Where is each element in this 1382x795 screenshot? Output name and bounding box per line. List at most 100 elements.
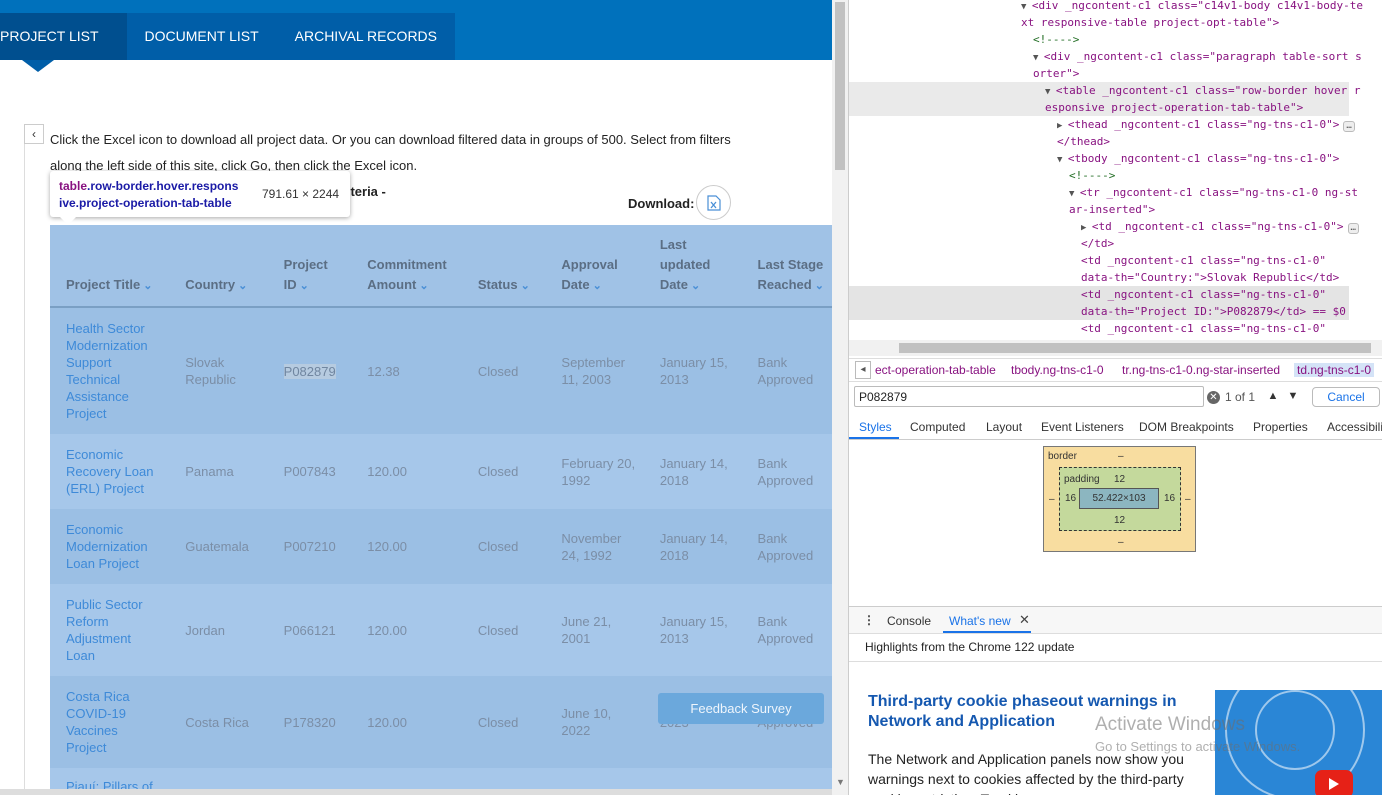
project-title-cell[interactable]: Costa Rica COVID-19 Vaccines Project: [50, 676, 170, 768]
dom-search-input[interactable]: [854, 386, 1204, 407]
collapsed-content-icon[interactable]: …: [1343, 121, 1355, 132]
tab-properties[interactable]: Properties: [1253, 420, 1308, 434]
highlighted-project-id: P082879: [283, 363, 336, 379]
column-header-line: Date ⌄: [660, 275, 734, 296]
expand-triangle-closed-icon[interactable]: ▶: [1081, 223, 1092, 233]
tab-computed[interactable]: Computed: [910, 420, 965, 434]
dom-node-line[interactable]: <td _ngcontent-c1 class="ng-tns-c1-0": [1081, 320, 1326, 337]
dom-node-text: <!---->: [1069, 169, 1116, 182]
dom-node-line[interactable]: data-th="Project ID:">P082879</td> == $0: [1081, 303, 1346, 320]
breadcrumb-scroll-left-icon[interactable]: ◂: [855, 361, 871, 379]
sidebar-divider: [24, 144, 25, 795]
drawer-menu-icon[interactable]: ⋮: [863, 613, 875, 627]
column-header-line: Last: [659, 237, 687, 252]
scroll-down-arrow-icon[interactable]: ▼: [836, 777, 845, 787]
project-title-cell[interactable]: Health Sector Modernization Support Tech…: [50, 307, 170, 434]
sort-chevron-icon[interactable]: ⌄: [521, 280, 530, 292]
next-match-icon[interactable]: ▼: [1285, 388, 1301, 404]
expand-triangle-open-icon[interactable]: ▼: [1057, 155, 1068, 165]
dom-node-line[interactable]: data-th="Country:">Slovak Republic</td>: [1081, 269, 1339, 286]
dom-node-line[interactable]: orter">: [1033, 65, 1079, 82]
tab-project-list[interactable]: PROJECT LIST: [0, 13, 127, 72]
column-header[interactable]: Status ⌄: [461, 225, 546, 308]
previous-match-icon[interactable]: ▲: [1265, 388, 1281, 404]
close-whats-new-icon[interactable]: ✕: [1019, 612, 1030, 628]
tab-document-list[interactable]: DOCUMENT LIST: [127, 13, 277, 60]
dom-node-line[interactable]: esponsive project-operation-tab-table">: [1045, 99, 1303, 116]
dom-node-text: <div _ngcontent-c1 class="c14v1-body c14…: [1031, 0, 1363, 12]
clear-search-icon[interactable]: ✕: [1207, 391, 1220, 404]
dom-node-line[interactable]: </thead>: [1057, 133, 1110, 150]
box-padding-bottom: 12: [1114, 515, 1126, 526]
page-horizontal-scrollbar[interactable]: [0, 789, 832, 795]
dom-node-line[interactable]: </td>: [1081, 235, 1114, 252]
tab-archival-records[interactable]: ARCHIVAL RECORDS: [277, 13, 455, 60]
expand-triangle-open-icon[interactable]: ▼: [1033, 53, 1044, 63]
column-header[interactable]: Country ⌄: [169, 225, 268, 308]
column-header[interactable]: Last updated Date ⌄: [643, 225, 742, 308]
column-header[interactable]: Commitment Amount ⌄: [351, 225, 462, 308]
country-cell: Panama: [169, 434, 268, 509]
expand-triangle-open-icon[interactable]: ▼: [1021, 2, 1032, 12]
breadcrumb-item-tbody[interactable]: tbody.ng-tns-c1-0: [1011, 363, 1104, 377]
column-header-label: ID: [283, 277, 297, 292]
project-title-cell[interactable]: Economic Recovery Loan (ERL) Project: [50, 434, 170, 509]
column-header[interactable]: Approval Date ⌄: [545, 225, 644, 308]
sort-chevron-icon[interactable]: ⌄: [419, 280, 428, 292]
status-cell: Closed: [461, 509, 546, 584]
sort-chevron-icon[interactable]: ⌄: [593, 280, 602, 292]
breadcrumb-item-tr[interactable]: tr.ng-tns-c1-0.ng-star-inserted: [1122, 363, 1280, 377]
sort-chevron-icon[interactable]: ⌄: [815, 280, 824, 292]
dom-horizontal-scrollbar[interactable]: [849, 340, 1382, 356]
expand-triangle-open-icon[interactable]: ▼: [1045, 87, 1056, 97]
cancel-search-button[interactable]: Cancel: [1312, 387, 1380, 407]
dom-node-line[interactable]: ar-inserted">: [1069, 201, 1155, 218]
dom-node-line[interactable]: ▼ <div _ngcontent-c1 class="paragraph ta…: [1033, 48, 1362, 67]
tab-whats-new[interactable]: What's new: [949, 614, 1011, 628]
sort-chevron-icon[interactable]: ⌄: [143, 280, 152, 292]
table-row: Economic Modernization Loan Project Guate…: [50, 509, 832, 584]
tab-layout[interactable]: Layout: [986, 420, 1022, 434]
approval-date-cell: June 21, 2001: [545, 584, 644, 676]
breadcrumb-item-td[interactable]: td.ng-tns-c1-0: [1294, 363, 1375, 377]
commitment-amount-cell: 120.00: [351, 509, 462, 584]
dom-node-line[interactable]: <!---->: [1069, 167, 1115, 184]
dom-scroll-thumb[interactable]: [899, 343, 1371, 353]
column-header[interactable]: Project Title ⌄: [50, 225, 170, 308]
project-title-cell[interactable]: Economic Modernization Loan Project: [50, 509, 170, 584]
last-stage-cell: Bank Approved: [741, 434, 832, 509]
collapse-sidebar-button[interactable]: ‹: [24, 124, 44, 144]
dom-node-line[interactable]: ▶ <td _ngcontent-c1 class="ng-tns-c1-0">…: [1081, 218, 1359, 237]
top-navigation-bar: PROJECT LIST DOCUMENT LIST ARCHIVAL RECO…: [0, 0, 832, 72]
dom-node-line[interactable]: <td _ngcontent-c1 class="ng-tns-c1-0": [1081, 286, 1326, 303]
tab-accessibility[interactable]: Accessibility: [1327, 420, 1382, 434]
status-cell: Closed: [461, 584, 546, 676]
sort-chevron-icon[interactable]: ⌄: [238, 280, 247, 292]
tab-event-listeners[interactable]: Event Listeners: [1041, 420, 1124, 434]
box-padding-area: padding 12 16 16 12 52.422×103: [1059, 467, 1181, 531]
excel-download-button[interactable]: [696, 185, 731, 220]
column-header[interactable]: Project ID ⌄: [267, 225, 352, 308]
collapsed-content-icon[interactable]: …: [1347, 223, 1359, 234]
project-id-cell: P178320: [267, 676, 352, 768]
tooltip-selector-classes: .row-border.hover.respons: [87, 179, 239, 193]
dom-node-line[interactable]: <!---->: [1033, 31, 1079, 48]
column-header[interactable]: Last Stage Reached ⌄: [741, 225, 832, 308]
dom-node-text: </thead>: [1057, 135, 1110, 148]
sort-chevron-icon[interactable]: ⌄: [691, 280, 700, 292]
tab-console[interactable]: Console: [887, 614, 931, 628]
dom-node-line[interactable]: <td _ngcontent-c1 class="ng-tns-c1-0": [1081, 252, 1326, 269]
youtube-play-icon[interactable]: [1315, 770, 1353, 795]
expand-triangle-closed-icon[interactable]: ▶: [1057, 121, 1068, 131]
tab-styles[interactable]: Styles: [859, 420, 892, 434]
breadcrumb-item-table[interactable]: ect-operation-tab-table: [875, 363, 996, 377]
country-cell: Jordan: [169, 584, 268, 676]
page-vertical-scrollbar[interactable]: ▼: [832, 0, 848, 795]
expand-triangle-open-icon[interactable]: ▼: [1069, 189, 1080, 199]
project-title-cell[interactable]: Public Sector Reform Adjustment Loan: [50, 584, 170, 676]
dom-node-line[interactable]: xt responsive-table project-opt-table">: [1021, 14, 1279, 31]
sort-chevron-icon[interactable]: ⌄: [300, 280, 309, 292]
page-scroll-thumb[interactable]: [835, 2, 845, 170]
tab-dom-breakpoints[interactable]: DOM Breakpoints: [1139, 420, 1234, 434]
feedback-survey-button[interactable]: Feedback Survey: [658, 693, 824, 724]
